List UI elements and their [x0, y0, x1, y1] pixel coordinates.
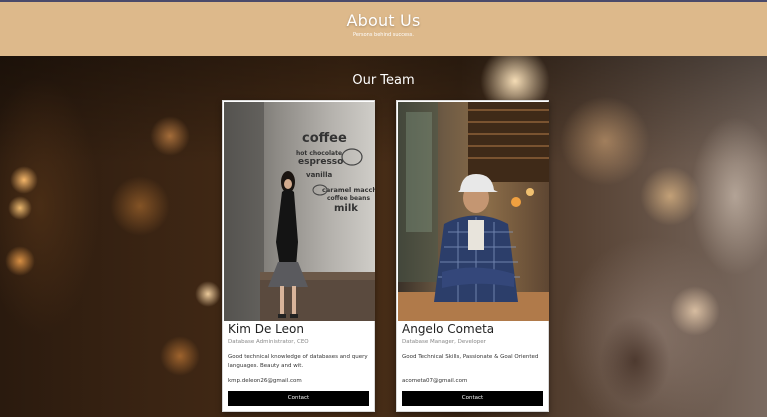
cafe-background-image: [0, 56, 767, 417]
svg-text:espresso: espresso: [298, 157, 343, 167]
member-photo: coffee hot chocolate espresso vanilla ca…: [224, 102, 375, 321]
page-title: About Us: [346, 11, 421, 30]
page-header: About Us Persons behind success.: [0, 2, 767, 56]
team-member-card: Angelo Cometa Database Manager, Develope…: [396, 100, 549, 412]
member-description: Good technical knowledge of databases an…: [228, 354, 368, 369]
svg-text:vanilla: vanilla: [306, 171, 332, 179]
member-email: acometa07@gmail.com: [402, 378, 468, 384]
member-email: kmp.deleon26@gmail.com: [228, 378, 302, 384]
svg-text:coffee beans: coffee beans: [327, 195, 370, 202]
team-section-title: Our Team: [352, 73, 415, 88]
member-name: Kim De Leon: [228, 322, 304, 336]
contact-button[interactable]: Contact: [402, 391, 543, 406]
member-photo: [398, 102, 549, 321]
member-role: Database Manager, Developer: [402, 339, 486, 345]
svg-text:hot chocolate: hot chocolate: [296, 150, 342, 157]
page-subtitle: Persons behind success.: [353, 32, 414, 38]
member-role: Database Administrator, CEO: [228, 339, 309, 345]
contact-button[interactable]: Contact: [228, 391, 369, 406]
svg-text:caramel macchiato: caramel macchiato: [322, 186, 375, 194]
team-member-card: coffee hot chocolate espresso vanilla ca…: [222, 100, 375, 412]
svg-text:milk: milk: [334, 203, 358, 214]
member-name: Angelo Cometa: [402, 322, 495, 336]
svg-text:coffee: coffee: [302, 131, 347, 146]
member-description: Good Technical Skills, Passionate & Goal…: [402, 354, 539, 360]
